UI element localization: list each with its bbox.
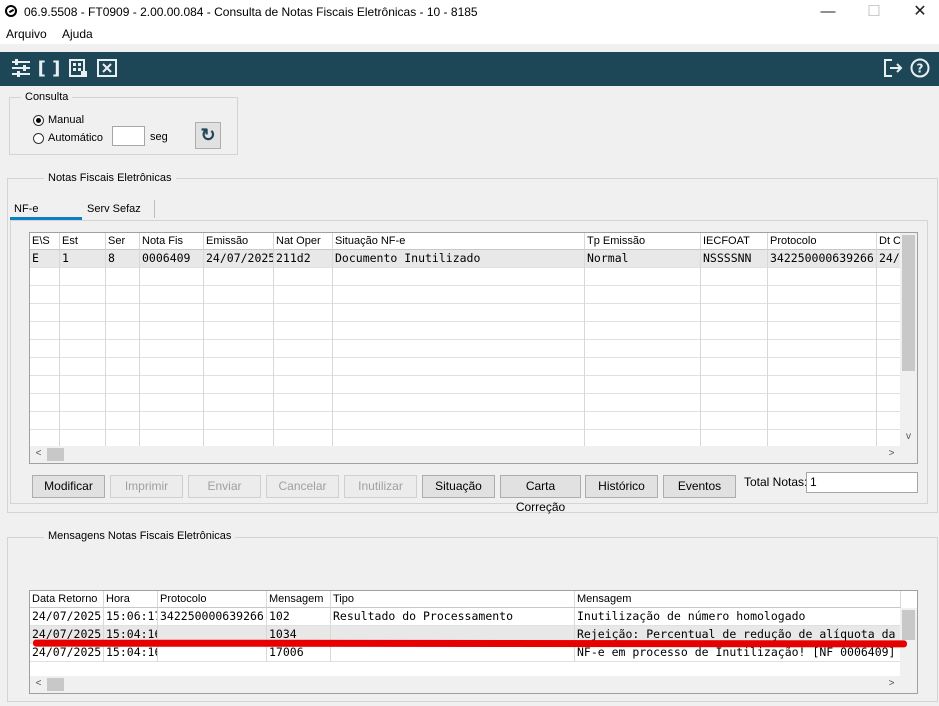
scroll-left-arrow[interactable]: < [30, 448, 47, 459]
menu-bar: Arquivo Ajuda [0, 24, 939, 44]
table-cell[interactable]: 1 [60, 250, 106, 268]
manual-label: Manual [48, 114, 85, 126]
table-cell[interactable]: 24/07/2025 [30, 644, 104, 662]
refresh-icon: ↻ [200, 125, 216, 145]
col-header[interactable]: Ser [106, 233, 140, 250]
table-cell[interactable]: 102 [267, 608, 331, 626]
table-cell[interactable]: NSSSSNN [701, 250, 768, 268]
tab-nfe[interactable]: NF-e [14, 203, 38, 215]
modificar-button[interactable]: Modificar [32, 475, 105, 498]
close-box-icon[interactable] [95, 57, 119, 81]
eventos-button[interactable]: Eventos [663, 475, 736, 498]
table-cell[interactable]: E [30, 250, 60, 268]
horizontal-scrollbar[interactable]: < > [30, 676, 917, 693]
historico-button[interactable]: Histórico [585, 475, 658, 498]
inutilizar-button[interactable]: Inutilizar [344, 475, 417, 498]
seg-label: seg [150, 131, 168, 143]
scroll-right-arrow[interactable]: > [883, 678, 900, 689]
col-header[interactable]: Tp Emissão [585, 233, 701, 250]
col-header[interactable]: IECFOAT [701, 233, 768, 250]
manual-radio[interactable] [33, 115, 44, 126]
col-header[interactable]: Hora [104, 591, 158, 608]
help-icon[interactable]: ? [908, 57, 932, 81]
total-notas-value: 1 [806, 472, 918, 493]
scroll-thumb[interactable] [47, 448, 64, 461]
exit-icon[interactable] [881, 57, 905, 81]
nfe-grid[interactable]: E\S Est Ser Nota Fis Emissão Nat Oper Si… [29, 232, 918, 464]
col-header[interactable]: Nota Fis [140, 233, 204, 250]
refresh-button[interactable]: ↻ [195, 122, 221, 149]
app-icon [5, 5, 17, 17]
calculator-icon[interactable] [66, 57, 90, 81]
vertical-scrollbar[interactable]: v [900, 233, 917, 446]
enviar-button[interactable]: Enviar [188, 475, 261, 498]
total-notas-label: Total Notas: [744, 475, 808, 489]
col-header[interactable]: Protocolo [158, 591, 267, 608]
automatico-radio[interactable] [33, 133, 44, 144]
tab-separator [154, 200, 155, 218]
scroll-right-arrow[interactable]: > [883, 448, 900, 459]
consulta-label: Consulta [21, 91, 73, 103]
table-cell[interactable]: Resultado do Processamento [331, 608, 575, 626]
mensagens-label: Mensagens Notas Fiscais Eletrônicas [44, 530, 236, 542]
tab-serv-sefaz[interactable]: Serv Sefaz [87, 203, 141, 215]
imprimir-button[interactable]: Imprimir [110, 475, 183, 498]
table-cell[interactable]: 342250000639266 [158, 608, 267, 626]
minimize-button[interactable]: — [805, 0, 851, 24]
title-bar: 06.9.5508 - FT0909 - 2.00.00.084 - Consu… [0, 0, 939, 24]
maximize-button[interactable]: ☐ [851, 0, 897, 24]
table-cell[interactable]: 24/07/2025 [204, 250, 274, 268]
window-title: 06.9.5508 - FT0909 - 2.00.00.084 - Consu… [24, 5, 478, 19]
cancelar-button[interactable]: Cancelar [266, 475, 339, 498]
table-cell[interactable]: 211d2 [274, 250, 333, 268]
scroll-thumb[interactable] [47, 678, 64, 691]
table-cell[interactable]: Inutilização de número homologado [575, 608, 901, 626]
scroll-down-arrow[interactable]: v [900, 431, 917, 442]
menu-ajuda[interactable]: Ajuda [62, 27, 93, 41]
col-header[interactable]: E\S [30, 233, 60, 250]
col-header[interactable]: Situação NF-e [333, 233, 585, 250]
scroll-left-arrow[interactable]: < [30, 678, 47, 689]
toolbar: [ ] ? [0, 52, 939, 86]
situacao-button[interactable]: Situação [422, 475, 495, 498]
svg-text:?: ? [917, 62, 924, 76]
menu-arquivo[interactable]: Arquivo [6, 27, 47, 41]
brackets-icon[interactable]: [ ] [37, 57, 61, 81]
table-cell[interactable]: Documento Inutilizado [333, 250, 585, 268]
col-header[interactable]: Dt Ca [877, 233, 901, 250]
table-cell[interactable]: 342250000639266 [768, 250, 877, 268]
horizontal-scrollbar[interactable]: < > [30, 446, 917, 463]
col-header[interactable]: Emissão [204, 233, 274, 250]
table-cell[interactable]: 8 [106, 250, 140, 268]
scroll-thumb[interactable] [902, 610, 915, 640]
scroll-thumb[interactable] [902, 235, 915, 371]
table-cell[interactable]: 0006409 [140, 250, 204, 268]
interval-input[interactable] [112, 126, 145, 146]
col-header[interactable]: Est [60, 233, 106, 250]
table-cell[interactable]: 24/( [877, 250, 901, 268]
table-cell[interactable]: 24/07/2025 [30, 608, 104, 626]
table-cell[interactable]: 15:06:17 [104, 608, 158, 626]
notas-label: Notas Fiscais Eletrônicas [44, 172, 176, 184]
col-header[interactable]: Data Retorno [30, 591, 104, 608]
empty-grid-lines [30, 268, 901, 448]
col-header[interactable]: Protocolo [768, 233, 877, 250]
col-header[interactable]: Nat Oper [274, 233, 333, 250]
col-header[interactable]: Mensagem [267, 591, 331, 608]
carta-correcao-button[interactable]: Carta Correção [500, 475, 581, 514]
settings-sliders-icon[interactable] [9, 57, 33, 81]
red-highlight-mark [32, 639, 908, 648]
close-button[interactable]: ✕ [897, 0, 939, 24]
col-header[interactable]: Mensagem [575, 591, 901, 608]
automatico-label: Automático [48, 132, 104, 144]
table-cell[interactable]: Normal [585, 250, 701, 268]
col-header[interactable]: Tipo [331, 591, 575, 608]
